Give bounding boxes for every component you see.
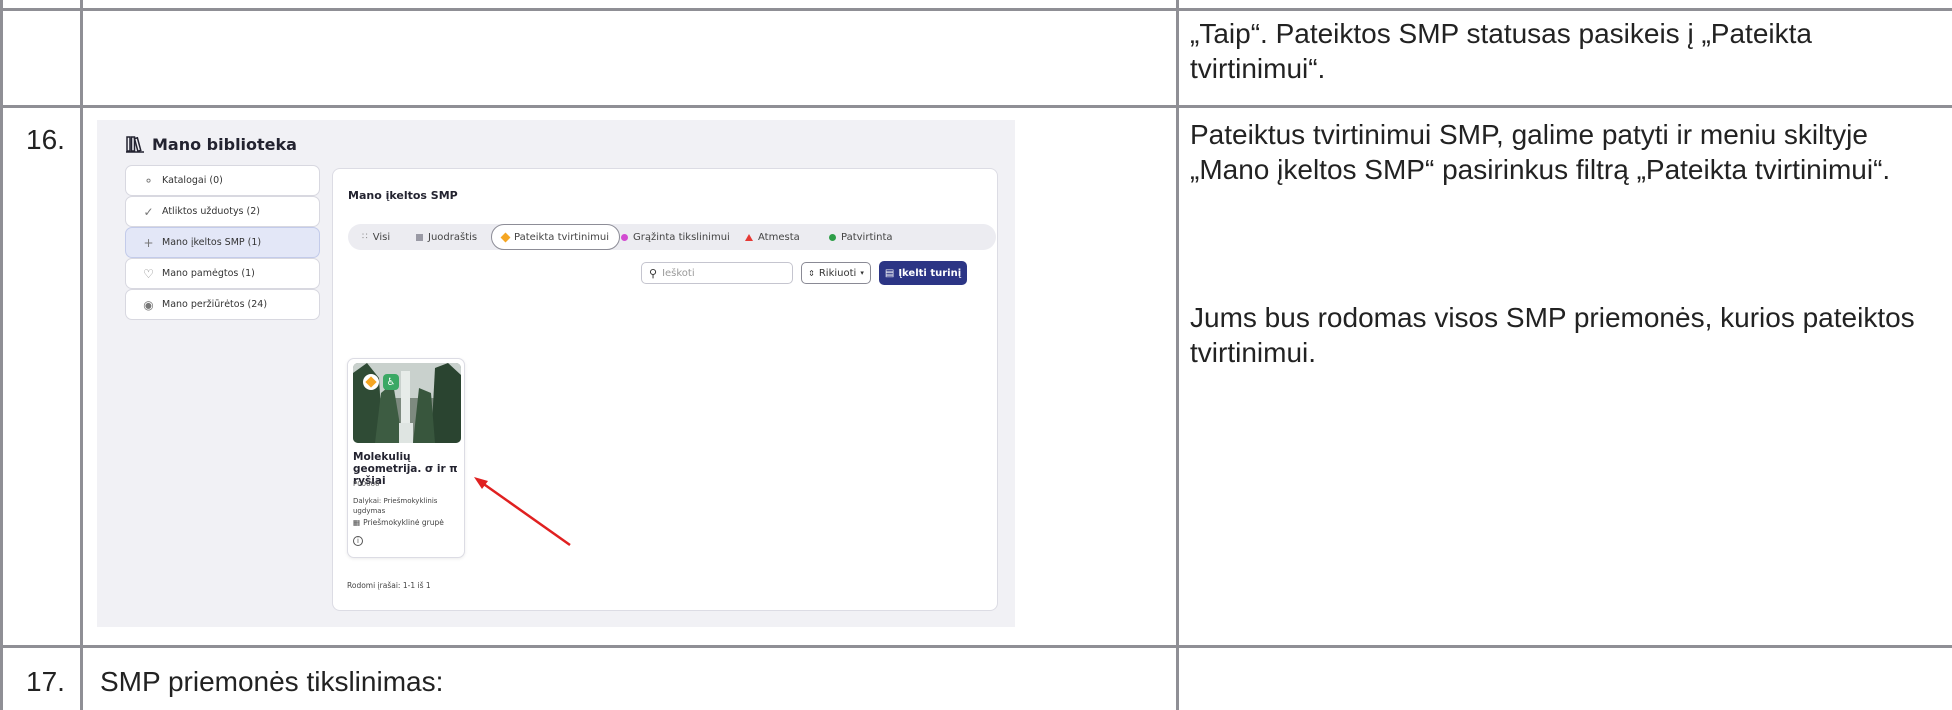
sort-button[interactable]: ⇕ Rikiuoti ▾ <box>801 262 871 284</box>
filter-label: Patvirtinta <box>841 231 893 243</box>
filter-tab-rejected[interactable]: Atmesta <box>745 224 800 250</box>
records-count: Rodomi įrašai: 1-1 iš 1 <box>347 581 431 590</box>
sort-label: Rikiuoti <box>818 267 857 279</box>
filter-label: Visi <box>372 231 391 243</box>
dot-icon <box>829 233 836 241</box>
sidebar-item-viewed[interactable]: ◉ Mano peržiūrėtos (24) <box>125 289 320 320</box>
filter-tab-submitted[interactable]: Pateikta tvirtinimui <box>491 224 620 250</box>
row17-number: 17. <box>26 666 65 697</box>
square-icon <box>416 233 423 241</box>
status-filter-bar: ∷ Visi Juodraštis Pateikta tvirtinimui G… <box>348 224 996 250</box>
sort-icon: ⇕ <box>808 268 815 278</box>
filter-label: Pateikta tvirtinimui <box>514 231 609 243</box>
table-border-row16 <box>0 105 1952 108</box>
card-group-label: Priešmokyklinė grupė <box>363 518 444 527</box>
eye-icon: ◉ <box>143 297 154 312</box>
diamond-icon <box>365 376 377 388</box>
card-subject: Dalykai: Priešmokyklinis ugdymas <box>353 497 438 515</box>
filter-tab-all[interactable]: ∷ Visi <box>362 224 390 250</box>
card-group: ▦ Priešmokyklinė grupė <box>353 518 444 527</box>
row15-description: „Taip“. Pateiktos SMP statusas pasikeis … <box>1190 18 1812 84</box>
embedded-screenshot: Mano biblioteka ⚬ Katalogai (0) ✓ Atlikt… <box>97 120 1015 627</box>
filter-tab-approved[interactable]: Patvirtinta <box>829 224 893 250</box>
library-header: Mano biblioteka <box>125 134 297 154</box>
status-badge <box>363 374 379 390</box>
search-input[interactable]: ⚲ Ieškoti <box>641 262 793 284</box>
search-icon: ⚲ <box>649 266 658 280</box>
sidebar-item-label: Mano pamėgtos (1) <box>162 268 255 279</box>
row16-number: 16. <box>26 124 65 155</box>
filter-label: Grąžinta tikslinimui <box>633 231 730 243</box>
check-circle-icon: ✓ <box>143 204 154 219</box>
sidebar-item-label: Mano peržiūrėtos (24) <box>162 299 268 310</box>
resource-card[interactable]: ♿ Molekulių geometrija. σ ir π ryšiai P0… <box>347 358 465 558</box>
table-border-top <box>0 8 1952 11</box>
group-icon: ▦ <box>353 518 361 527</box>
sidebar-item-catalogs[interactable]: ⚬ Katalogai (0) <box>125 165 320 196</box>
sidebar-item-label: Atliktos užduotys (2) <box>162 206 260 217</box>
dot-icon <box>621 233 628 241</box>
sidebar-item-my-uploaded[interactable]: + Mano įkeltos SMP (1) <box>125 227 320 258</box>
row16-description-2: Jums bus rodomas visos SMP priemonės, ku… <box>1190 302 1915 368</box>
sidebar-item-label: Mano įkeltos SMP (1) <box>162 237 262 248</box>
library-icon <box>126 136 144 153</box>
upload-content-button[interactable]: ▤ Įkelti turinį <box>879 261 967 285</box>
card-code: P00006 <box>353 480 380 488</box>
filter-label: Juodraštis <box>428 231 478 243</box>
catalog-icon: ⚬ <box>143 173 154 188</box>
sidebar-item-label: Katalogai (0) <box>162 175 223 186</box>
heart-icon: ♡ <box>143 266 154 281</box>
library-title: Mano biblioteka <box>152 134 297 154</box>
row17-title: SMP priemonės tikslinimas: <box>100 666 444 697</box>
triangle-icon <box>745 233 753 241</box>
upload-label: Įkelti turinį <box>898 267 962 279</box>
chevron-down-icon: ▾ <box>860 269 864 277</box>
resource-thumbnail: ♿ <box>353 363 461 443</box>
accessibility-icon: ♿ <box>383 374 399 390</box>
search-placeholder: Ieškoti <box>662 267 695 279</box>
grid-icon: ∷ <box>362 232 368 242</box>
filter-label: Atmesta <box>758 231 800 243</box>
table-border-row17 <box>0 645 1952 648</box>
info-icon[interactable]: i <box>353 536 363 546</box>
filter-tab-returned[interactable]: Grąžinta tikslinimui <box>621 224 730 250</box>
diamond-icon <box>500 232 511 242</box>
row16-description-1: Pateiktus tvirtinimui SMP, galime patyti… <box>1190 119 1891 185</box>
filter-tab-draft[interactable]: Juodraštis <box>416 224 477 250</box>
file-icon: ▤ <box>884 267 895 279</box>
sidebar-item-favorites[interactable]: ♡ Mano pamėgtos (1) <box>125 258 320 289</box>
plus-icon: + <box>143 235 154 250</box>
panel-title: Mano įkeltos SMP <box>348 189 458 202</box>
sidebar-item-completed-tasks[interactable]: ✓ Atliktos užduotys (2) <box>125 196 320 227</box>
